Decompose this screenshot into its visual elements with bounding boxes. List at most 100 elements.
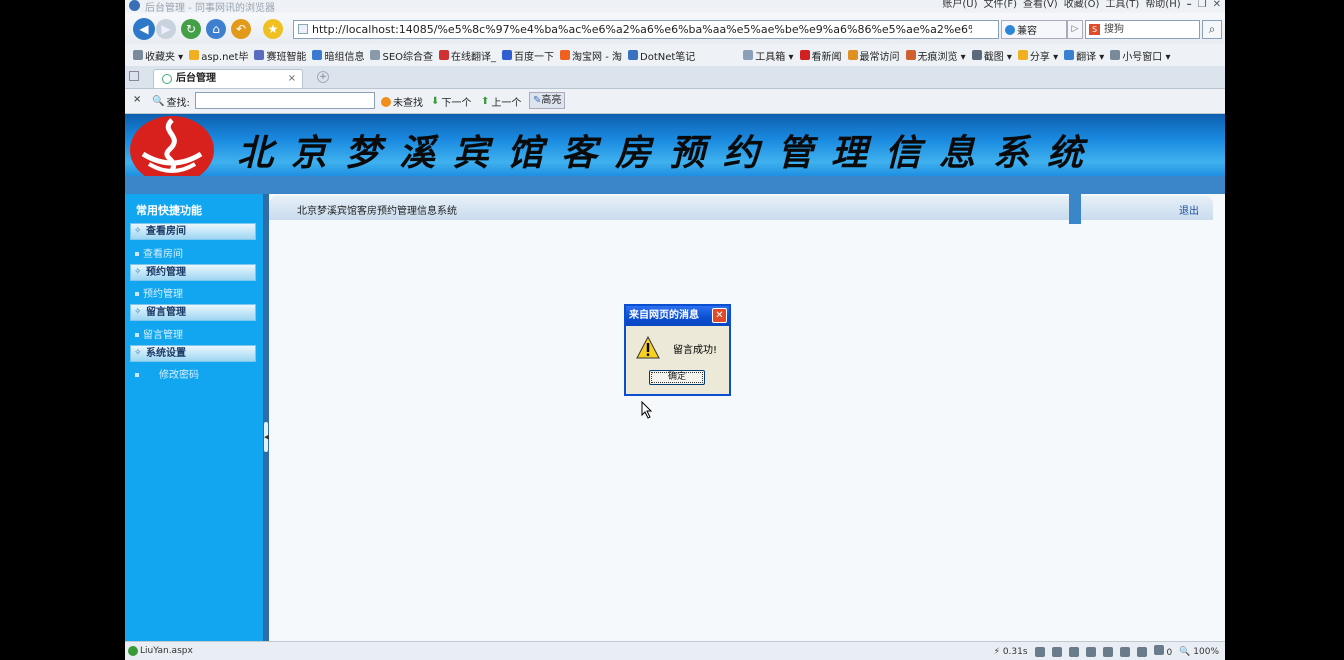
sidebar: 常用快捷功能 ✧ 查看房间 查看房间 ✧ 预约管理 预约管理 ✧ 留言管理 留言管理 …	[125, 194, 263, 641]
fav-item[interactable]: 暗组信息	[312, 48, 364, 63]
forward-icon[interactable]: ▶	[156, 19, 176, 39]
title-bar: 后台管理 - 同事网讯的浏览器 账户(U) 文件(F) 查看(V) 收藏(O) …	[125, 0, 1225, 14]
not-found-button[interactable]: 未查找	[381, 94, 423, 109]
sidebar-section-booking[interactable]: ✧ 预约管理	[130, 264, 256, 281]
menu-file[interactable]: 文件(F)	[983, 0, 1017, 11]
banner-title: 北京梦溪宾馆客房预约管理信息系统	[237, 132, 1102, 174]
ok-button[interactable]: 确定	[649, 370, 705, 385]
shield-counter[interactable]: 0	[1153, 645, 1172, 658]
search-icon[interactable]: ⌕	[1202, 20, 1222, 39]
bullet-icon	[135, 252, 139, 256]
compat-mode-button[interactable]: 兼容	[1001, 20, 1067, 39]
content-header-title: 北京梦溪宾馆客房预约管理信息系统	[297, 206, 457, 217]
fav-item[interactable]: SEO综合查	[370, 48, 433, 63]
logout-link[interactable]: 退出	[1179, 202, 1199, 217]
share-icon	[1017, 50, 1028, 60]
site-icon	[189, 50, 200, 60]
undo-close-icon[interactable]: ↶	[231, 19, 251, 39]
bullet-icon	[135, 333, 139, 337]
compat-icon	[1005, 24, 1015, 35]
fav-item[interactable]: 淘宝网 - 淘	[560, 48, 622, 63]
tool-icon[interactable]	[1034, 646, 1045, 657]
fav-item[interactable]: 赛班智能	[254, 48, 306, 63]
back-icon[interactable]: ◀	[133, 18, 155, 40]
fav-item[interactable]: 百度一下	[502, 48, 554, 63]
fav-item[interactable]: 翻译 ▾	[1064, 48, 1104, 63]
site-icon	[439, 50, 450, 60]
sidebar-section-messages[interactable]: ✧ 留言管理	[130, 304, 256, 321]
fav-item[interactable]: 截图 ▾	[971, 48, 1012, 63]
find-input[interactable]	[195, 92, 375, 109]
download-icon[interactable]	[1068, 646, 1079, 657]
find-prev-button[interactable]: ⬆ 上一个	[481, 94, 521, 109]
lightning-icon: ⚡	[993, 646, 1000, 657]
volume-icon[interactable]	[1085, 646, 1096, 657]
fav-item[interactable]: 分享 ▾	[1017, 48, 1058, 63]
fav-item[interactable]: DotNet笔记	[628, 48, 695, 63]
arrow-up-icon: ⬆	[481, 96, 490, 107]
sidebar-section-settings[interactable]: ✧ 系统设置	[130, 345, 256, 362]
favorites-bar: 收藏夹 ▾ asp.net毕 赛班智能 暗组信息 SEO综合查 在线翻译_ 百度…	[125, 44, 1225, 66]
search-engine-icon: S	[1089, 24, 1100, 35]
status-bar: LiuYan.aspx ⚡ 0.31s 0 🔍 100%	[125, 641, 1225, 660]
fav-item[interactable]: 无痕浏览 ▾	[905, 48, 966, 63]
window-icon[interactable]	[1119, 646, 1130, 657]
browser-window: 后台管理 - 同事网讯的浏览器 账户(U) 文件(F) 查看(V) 收藏(O) …	[125, 0, 1225, 660]
fav-item[interactable]: 最常访问	[847, 48, 900, 63]
fav-item[interactable]: 工具箱 ▾	[743, 48, 794, 63]
speed-indicator: ⚡ 0.31s	[993, 646, 1028, 657]
home-icon[interactable]: ⌂	[206, 19, 226, 39]
tab-admin[interactable]: 后台管理 ×	[153, 69, 303, 88]
bullet-icon	[135, 373, 139, 377]
zoom-control[interactable]: 🔍 100%	[1179, 647, 1219, 657]
status-page: LiuYan.aspx	[140, 646, 193, 656]
fav-item[interactable]: 在线翻译_	[439, 48, 496, 63]
new-tab-icon[interactable]: +	[317, 71, 329, 83]
sidebar-link-messages[interactable]: 留言管理	[135, 326, 183, 341]
highlight-button[interactable]: ✎高亮	[529, 92, 566, 109]
sidebar-link-view-rooms[interactable]: 查看房间	[135, 245, 183, 260]
play-icon[interactable]: ▷	[1067, 20, 1083, 39]
fav-item[interactable]: asp.net毕	[189, 48, 248, 63]
tab-favicon-icon	[162, 74, 172, 84]
fav-item[interactable]: 看新闻	[799, 48, 842, 63]
dialog-close-icon[interactable]: ✕	[712, 308, 727, 323]
sidebar-link-booking[interactable]: 预约管理	[135, 285, 183, 300]
page-icon	[298, 24, 308, 34]
address-bar[interactable]: http://localhost:14085/%e5%8c%97%e4%ba%a…	[293, 20, 999, 39]
close-find-icon[interactable]: ×	[133, 94, 141, 105]
person-icon[interactable]	[1051, 646, 1062, 657]
eye-icon[interactable]	[1136, 646, 1147, 657]
arrow-down-icon: ⬇	[431, 96, 440, 107]
site-banner: 北京梦溪宾馆客房预约管理信息系统	[125, 114, 1225, 178]
restore-icon[interactable]: ❐	[1198, 0, 1207, 11]
dialog-message: 留言成功!	[673, 345, 718, 356]
alert-dialog: 来自网页的消息 ✕ 留言成功! 确定	[624, 304, 731, 396]
sidebar-link-change-password[interactable]: 修改密码	[135, 366, 199, 381]
address-text[interactable]: http://localhost:14085/%e5%8c%97%e4%ba%a…	[312, 23, 972, 36]
news-icon	[799, 50, 810, 60]
search-input[interactable]: S 搜狗	[1085, 20, 1200, 39]
fav-item[interactable]: 收藏夹 ▾	[133, 48, 183, 63]
find-next-button[interactable]: ⬇ 下一个	[431, 94, 471, 109]
warning-icon	[636, 336, 660, 359]
shield-icon	[1153, 645, 1164, 655]
favorite-star-icon[interactable]: ★	[263, 19, 283, 39]
refresh-icon[interactable]: ↻	[181, 19, 201, 39]
tab-close-icon[interactable]: ×	[288, 70, 296, 88]
main-content: 北京梦溪宾馆客房预约管理信息系统 退出	[269, 194, 1225, 641]
window-title: 后台管理 - 同事网讯的浏览器	[145, 3, 275, 14]
menu-tools[interactable]: 工具(T)	[1105, 0, 1139, 11]
sidebar-section-rooms[interactable]: ✧ 查看房间	[130, 223, 256, 240]
minimize-icon[interactable]: –	[1187, 0, 1192, 11]
fav-item[interactable]: 小号窗口 ▾	[1110, 48, 1171, 63]
sidebar-toggle-icon[interactable]	[129, 71, 139, 81]
menu-view[interactable]: 查看(V)	[1023, 0, 1058, 11]
close-window-icon[interactable]: ✕	[1213, 0, 1221, 11]
tab-bar: 后台管理 × +	[125, 66, 1225, 89]
home-status-icon[interactable]	[1102, 646, 1113, 657]
menu-account[interactable]: 账户(U)	[942, 0, 977, 11]
menu-help[interactable]: 帮助(H)	[1145, 0, 1180, 11]
menu-favorites[interactable]: 收藏(O)	[1064, 0, 1100, 11]
collapse-sidebar-icon[interactable]: ◀	[264, 422, 269, 452]
